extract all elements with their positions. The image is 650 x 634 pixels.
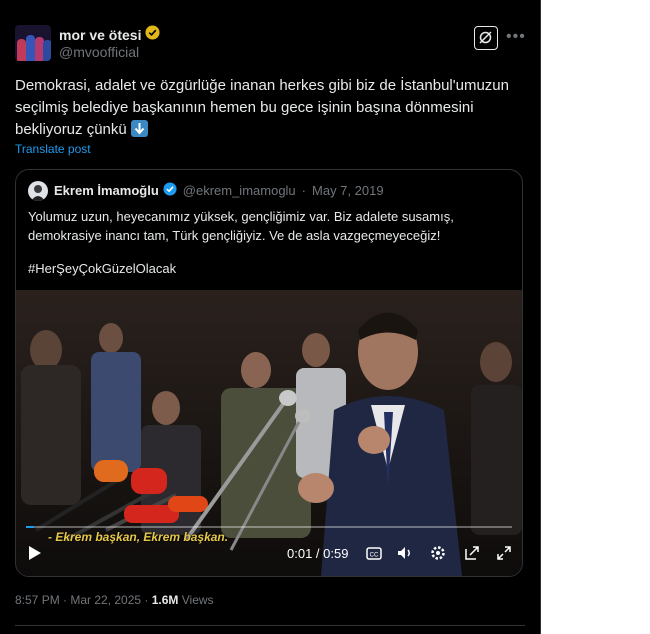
more-icon[interactable]: ••• <box>506 28 526 46</box>
author-name-row: mor ve ötesi <box>59 25 161 45</box>
volume-icon[interactable] <box>395 543 415 563</box>
svg-text:CC: CC <box>370 553 379 559</box>
quoted-post[interactable]: Ekrem İmamoğlu @ekrem_imamoglu · May 7, … <box>15 169 523 577</box>
post: mor ve ötesi @mvoofficial ••• Demokrasi,… <box>0 0 540 634</box>
quoted-display-name[interactable]: Ekrem İmamoğlu <box>54 183 159 198</box>
divider <box>15 625 525 626</box>
quoted-date[interactable]: May 7, 2019 <box>312 183 384 198</box>
video-progress-fill <box>26 526 35 528</box>
blue-verified-icon <box>163 182 177 199</box>
video-progress-bar[interactable] <box>26 526 512 528</box>
quoted-date-separator: · <box>301 183 307 198</box>
author-display-name[interactable]: mor ve ötesi <box>59 27 141 43</box>
post-text-content: Demokrasi, adalet ve özgürlüğe inanan he… <box>15 77 509 138</box>
video-time: 0:01 / 0:59 <box>287 546 349 561</box>
quoted-hashtag[interactable]: #HerŞeyÇokGüzelOlacak <box>28 261 176 276</box>
video-player[interactable]: - Ekrem başkan, Ekrem başkan. 0:01 / 0:5… <box>16 290 522 576</box>
post-timestamp[interactable]: 8:57 PM · Mar 22, 2025 · <box>15 593 152 607</box>
video-caption: - Ekrem başkan, Ekrem başkan. <box>48 530 229 544</box>
quoted-author-row: Ekrem İmamoğlu @ekrem_imamoglu · May 7, … <box>54 182 384 199</box>
down-arrow-emoji <box>130 120 148 137</box>
grok-icon[interactable] <box>474 26 498 50</box>
play-icon[interactable] <box>29 546 41 560</box>
pop-out-icon[interactable] <box>462 543 482 563</box>
author-handle[interactable]: @mvoofficial <box>59 44 139 60</box>
gold-verified-icon <box>145 25 161 45</box>
views-count: 1.6M <box>151 593 179 607</box>
quoted-handle[interactable]: @ekrem_imamoglu <box>183 183 296 198</box>
quoted-avatar[interactable] <box>28 181 48 201</box>
quoted-text: Yolumuz uzun, heyecanımız yüksek, gençli… <box>28 209 454 243</box>
avatar[interactable] <box>15 25 51 61</box>
post-meta: 8:57 PM · Mar 22, 2025 · 1.6M Views <box>15 593 214 607</box>
settings-icon[interactable] <box>428 543 448 563</box>
captions-icon[interactable]: CC <box>364 543 384 563</box>
views-label: Views <box>178 593 214 607</box>
column-border <box>540 0 541 634</box>
fullscreen-icon[interactable] <box>494 543 514 563</box>
post-text: Demokrasi, adalet ve özgürlüğe inanan he… <box>15 75 520 141</box>
translate-post-link[interactable]: Translate post <box>15 142 91 156</box>
